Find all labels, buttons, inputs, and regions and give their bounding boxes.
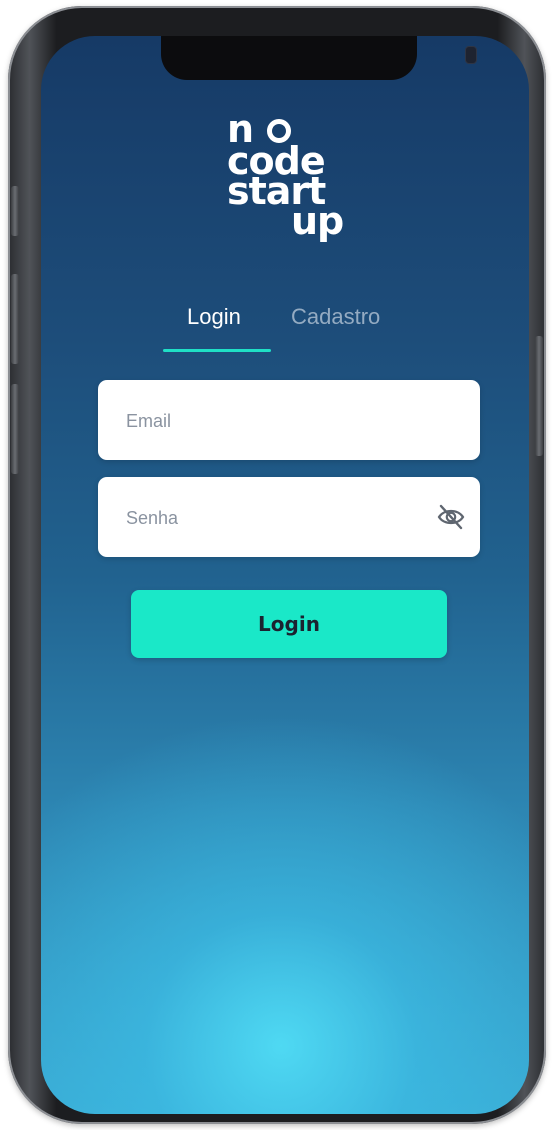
mute-switch [11,186,19,236]
power-button [535,336,543,456]
notch [161,36,477,80]
volume-down-button [11,384,19,474]
eye-off-icon[interactable] [436,503,466,531]
nocode-startup-logo: n code start up [227,110,357,240]
logo-o-mark [267,119,291,143]
email-field[interactable] [98,380,480,462]
tab-cadastro[interactable]: Cadastro [291,304,380,330]
password-field[interactable] [98,477,480,559]
home-indicator [211,1102,361,1106]
phone-frame: n code start up Login Cadastro Login [8,6,546,1124]
app-screen: n code start up Login Cadastro Login [41,36,529,1114]
logo-line-1: n [227,110,357,148]
camera-icon [465,46,477,64]
active-tab-indicator [163,349,271,352]
login-button[interactable]: Login [131,590,447,658]
tab-login[interactable]: Login [187,304,241,330]
password-input[interactable] [124,477,428,559]
email-input[interactable] [124,380,428,462]
volume-up-button [11,274,19,364]
